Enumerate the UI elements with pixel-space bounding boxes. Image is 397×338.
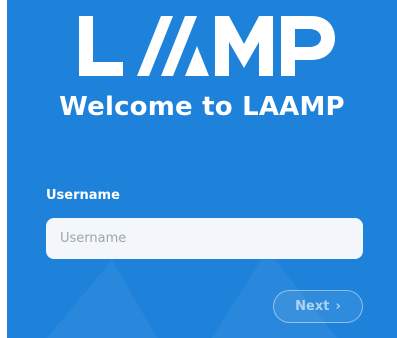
laamp-logo xyxy=(79,16,335,76)
welcome-title: Welcome to LAAMP xyxy=(59,92,345,122)
next-label: Next xyxy=(295,299,330,314)
username-label: Username xyxy=(46,188,120,203)
next-button[interactable]: Next › xyxy=(273,290,363,323)
login-panel: Welcome to LAAMP Username Next › xyxy=(7,0,397,338)
chevron-right-icon: › xyxy=(335,299,341,314)
username-input[interactable] xyxy=(46,218,363,259)
